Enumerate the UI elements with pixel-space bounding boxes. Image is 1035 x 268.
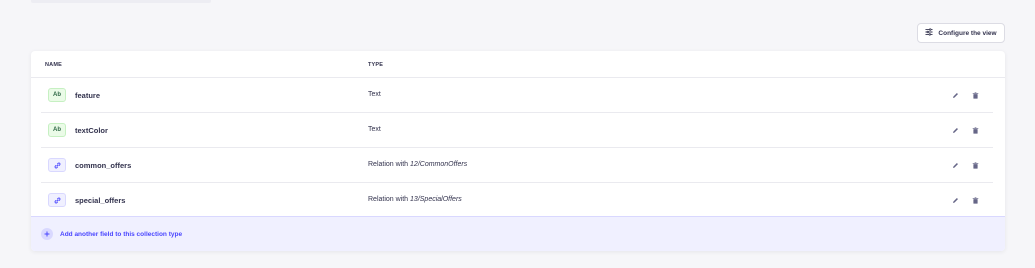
field-type: Relation with 12/CommonOffers [368,161,468,168]
plus-icon [41,228,53,240]
link-icon [54,197,60,203]
field-type: Text [368,126,381,133]
trash-icon[interactable] [970,195,980,205]
text-type-badge: Ab [48,88,66,102]
pencil-icon[interactable] [950,195,960,205]
field-name: common_offers [75,161,132,170]
column-header-name: NAME [45,62,62,68]
fields-table: NAME TYPE Ab feature Text Ab textColor T… [31,51,1005,251]
table-row[interactable]: special_offers Relation with 13/SpecialO… [31,183,1005,218]
pencil-icon[interactable] [950,160,960,170]
pencil-icon[interactable] [950,125,960,135]
configure-view-button[interactable]: Configure the view [917,23,1005,43]
field-type: Text [368,91,381,98]
trash-icon[interactable] [970,90,980,100]
relation-type-badge [48,193,66,207]
table-row[interactable]: Ab feature Text [31,78,1005,113]
add-field-button[interactable]: Add another field to this collection typ… [31,216,1005,251]
text-type-badge: Ab [48,123,66,137]
column-header-type: TYPE [368,62,384,68]
trash-icon[interactable] [970,160,980,170]
field-name: feature [75,91,101,100]
pencil-icon[interactable] [950,90,960,100]
table-row[interactable]: Ab textColor Text [31,113,1005,148]
field-name: special_offers [75,196,126,205]
relation-type-badge [48,158,66,172]
sliders-icon [925,28,934,38]
table-header: NAME TYPE [31,51,1005,78]
field-name: textColor [75,126,108,135]
header-remnant [31,0,211,3]
configure-view-label: Configure the view [938,29,997,37]
add-field-label: Add another field to this collection typ… [60,231,183,238]
link-icon [54,162,60,168]
table-row[interactable]: common_offers Relation with 12/CommonOff… [31,148,1005,183]
field-type: Relation with 13/SpecialOffers [368,196,462,203]
content-type-builder-view: Configure the view NAME TYPE Ab feature … [0,0,1035,268]
trash-icon[interactable] [970,125,980,135]
